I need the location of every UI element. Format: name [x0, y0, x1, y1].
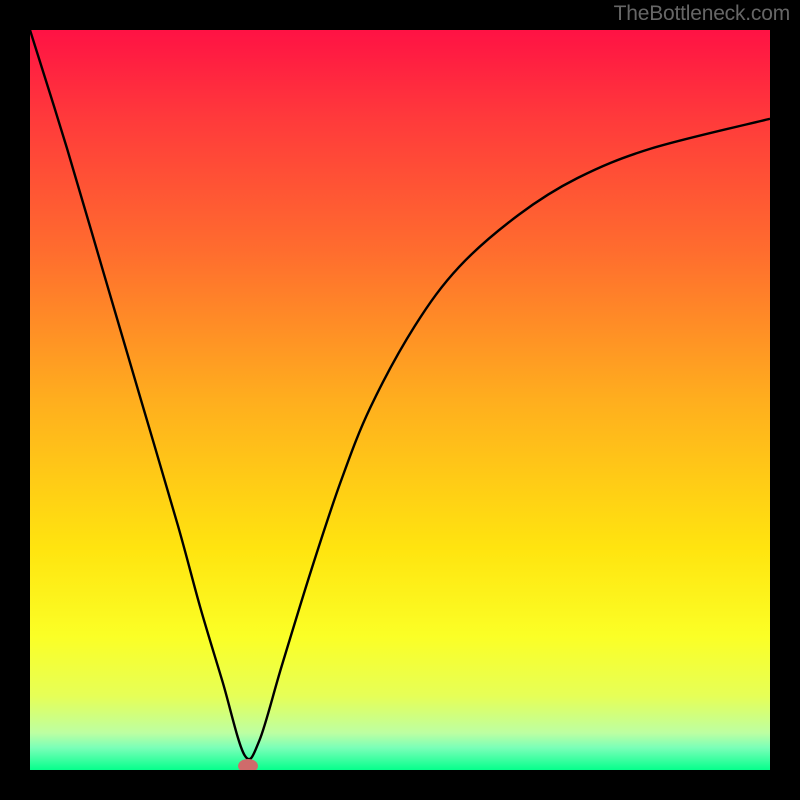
- minimum-marker: [238, 759, 258, 770]
- chart-stage: TheBottleneck.com: [0, 0, 800, 800]
- curve-path: [30, 30, 770, 759]
- bottleneck-curve: [30, 30, 770, 770]
- watermark-text: TheBottleneck.com: [614, 2, 790, 26]
- plot-area: [30, 30, 770, 770]
